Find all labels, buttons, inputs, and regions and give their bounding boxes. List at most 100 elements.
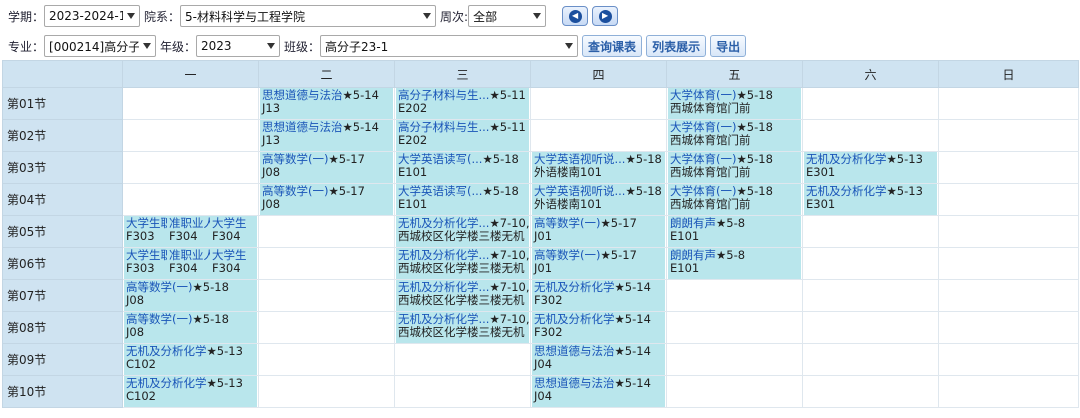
- course-room: 外语楼南101: [534, 165, 602, 179]
- list-view-button[interactable]: 列表展示: [646, 35, 707, 57]
- course-weeks: ★5-11: [489, 88, 526, 102]
- class-select[interactable]: 高分子23-1: [320, 35, 579, 57]
- export-button[interactable]: 导出: [710, 35, 747, 57]
- schedule-cell: 高等数学(一)★5-17 J01: [530, 247, 667, 280]
- schedule-cell: 无机及分析化学★5-13 E301: [802, 183, 939, 216]
- schedule-cell: 无机及分析化学★5-14 F302: [530, 311, 667, 344]
- course-weeks: ★5-18: [482, 152, 519, 166]
- course-block[interactable]: 大学体育(一)★5-18 西城体育馆门前: [668, 120, 801, 151]
- course-name: 朗朗有声: [670, 216, 716, 230]
- course-block[interactable]: 大学英语读写(...★5-18 E101: [396, 152, 529, 183]
- course-room: E301: [806, 165, 836, 179]
- period-label: 第04节: [2, 183, 123, 216]
- query-schedule-button[interactable]: 查询课表: [582, 35, 643, 57]
- course-block[interactable]: 高分子材料与生...★5-11 E202: [396, 88, 529, 119]
- course-room: F303: [126, 261, 155, 275]
- course-part[interactable]: 准职业人F304: [169, 249, 210, 278]
- dept-label: 院系：: [144, 9, 181, 24]
- grade-select[interactable]: 2023: [196, 35, 281, 57]
- next-week-button[interactable]: ▶: [592, 6, 619, 26]
- course-weeks: ★5-18: [736, 88, 773, 102]
- arrow-left-icon: ◀: [568, 9, 582, 23]
- course-block[interactable]: 无机及分析化学★5-14 F302: [532, 312, 665, 343]
- course-group: 大学生职F303准职业人F304大学生就F304: [126, 249, 255, 278]
- course-name: 大学体育(一): [670, 152, 737, 166]
- schedule-cell: [802, 375, 939, 408]
- schedule-cell: [122, 87, 259, 120]
- course-block[interactable]: 无机及分析化学...★7-10, 西城校区化学楼三楼无机: [396, 312, 529, 343]
- course-name: 思想道德与法治: [534, 376, 615, 390]
- week-select[interactable]: 全部: [468, 5, 547, 27]
- course-block[interactable]: 无机及分析化学★5-13 E301: [804, 184, 937, 215]
- course-block[interactable]: 高分子材料与生...★5-11 E202: [396, 120, 529, 151]
- schedule-cell: 大学体育(一)★5-18 西城体育馆门前: [666, 151, 803, 184]
- course-part[interactable]: 大学生职F303: [126, 217, 167, 246]
- course-weeks: ★5-14: [614, 344, 651, 358]
- schedule-cell: 高分子材料与生...★5-11 E202: [394, 119, 531, 152]
- course-weeks: ★7-10,: [489, 216, 529, 230]
- course-block[interactable]: 无机及分析化学★5-14 F302: [532, 280, 665, 311]
- major-select[interactable]: [000214]高分子材: [44, 35, 157, 57]
- course-part[interactable]: 准职业人F304: [169, 217, 210, 246]
- course-room: 西城体育馆门前: [670, 101, 751, 115]
- course-room: J08: [262, 197, 281, 211]
- class-label: 班级：: [284, 39, 321, 54]
- schedule-cell: [802, 247, 939, 280]
- course-block[interactable]: 高等数学(一)★5-17 J01: [532, 216, 665, 247]
- course-block[interactable]: 思想道德与法治★5-14 J04: [532, 344, 665, 375]
- course-block[interactable]: 高等数学(一)★5-18 J08: [124, 312, 257, 343]
- course-block[interactable]: 大学英语读写(...★5-18 E101: [396, 184, 529, 215]
- course-line: 思想道德与法治★5-14: [262, 121, 391, 134]
- course-block[interactable]: 无机及分析化学★5-13 C102: [124, 376, 257, 407]
- course-line: 高等数学(一)★5-18: [126, 313, 255, 326]
- course-block[interactable]: 思想道德与法治★5-14 J13: [260, 120, 393, 151]
- course-block[interactable]: 朗朗有声★5-8 E101: [668, 248, 801, 279]
- schedule-cell: [938, 215, 1079, 248]
- period-label: 第02节: [2, 119, 123, 152]
- course-block[interactable]: 大学生职F303准职业人F304大学生就F304: [124, 248, 257, 279]
- course-room: J08: [126, 293, 145, 307]
- course-part[interactable]: 大学生职F303: [126, 249, 167, 278]
- course-name: 无机及分析化学: [126, 376, 207, 390]
- schedule-cell: [802, 119, 939, 152]
- course-weeks: ★5-14: [342, 120, 379, 134]
- course-block[interactable]: 高等数学(一)★5-18 J08: [124, 280, 257, 311]
- course-block[interactable]: 大学生职F303准职业人F304大学生就F304: [124, 216, 257, 247]
- schedule-cell: 大学英语视听说...★5-18 外语楼南101: [530, 151, 667, 184]
- course-block[interactable]: 思想道德与法治★5-14 J13: [260, 88, 393, 119]
- schedule-cell: [938, 247, 1079, 280]
- course-block[interactable]: 大学英语视听说...★5-18 外语楼南101: [532, 184, 665, 215]
- course-block[interactable]: 无机及分析化学...★7-10, 西城校区化学楼三楼无机: [396, 216, 529, 247]
- dept-select[interactable]: 5-材料科学与工程学院: [180, 5, 437, 27]
- course-line: 思想道德与法治★5-14: [534, 345, 663, 358]
- course-weeks: ★5-14: [342, 88, 379, 102]
- course-block[interactable]: 无机及分析化学★5-13 C102: [124, 344, 257, 375]
- course-line: 思想道德与法治★5-14: [534, 377, 663, 390]
- course-part[interactable]: 大学生就F304: [212, 217, 246, 246]
- course-block[interactable]: 朗朗有声★5-8 E101: [668, 216, 801, 247]
- course-block[interactable]: 高等数学(一)★5-17 J08: [260, 152, 393, 183]
- course-part[interactable]: 大学生就F304: [212, 249, 246, 278]
- course-block[interactable]: 无机及分析化学...★7-10, 西城校区化学楼三楼无机: [396, 280, 529, 311]
- course-block[interactable]: 无机及分析化学...★7-10, 西城校区化学楼三楼无机: [396, 248, 529, 279]
- course-weeks: ★5-17: [600, 216, 637, 230]
- course-block[interactable]: 大学体育(一)★5-18 西城体育馆门前: [668, 88, 801, 119]
- course-block[interactable]: 高等数学(一)★5-17 J08: [260, 184, 393, 215]
- prev-week-button[interactable]: ◀: [562, 6, 589, 26]
- schedule-cell: 无机及分析化学★5-13 C102: [122, 343, 259, 376]
- course-block[interactable]: 高等数学(一)★5-17 J01: [532, 248, 665, 279]
- schedule-cell: 高等数学(一)★5-18 J08: [122, 311, 259, 344]
- course-block[interactable]: 无机及分析化学★5-13 E301: [804, 152, 937, 183]
- timetable: 一 二 三 四 五 六 日 第01节 思想道德与法治★5-14 J13 高分子材料与生…: [2, 60, 1079, 408]
- course-block[interactable]: 大学体育(一)★5-18 西城体育馆门前: [668, 152, 801, 183]
- course-name: 大学英语视听说...: [534, 152, 626, 166]
- schedule-cell: 朗朗有声★5-8 E101: [666, 215, 803, 248]
- course-weeks: ★5-8: [716, 216, 746, 230]
- course-block[interactable]: 大学英语视听说...★5-18 外语楼南101: [532, 152, 665, 183]
- term-select[interactable]: 2023-2024-1: [44, 5, 141, 27]
- course-weeks: ★5-13: [886, 152, 923, 166]
- course-block[interactable]: 大学体育(一)★5-18 西城体育馆门前: [668, 184, 801, 215]
- schedule-cell: 高分子材料与生...★5-11 E202: [394, 87, 531, 120]
- course-block[interactable]: 思想道德与法治★5-14 J04: [532, 376, 665, 407]
- schedule-cell: [938, 151, 1079, 184]
